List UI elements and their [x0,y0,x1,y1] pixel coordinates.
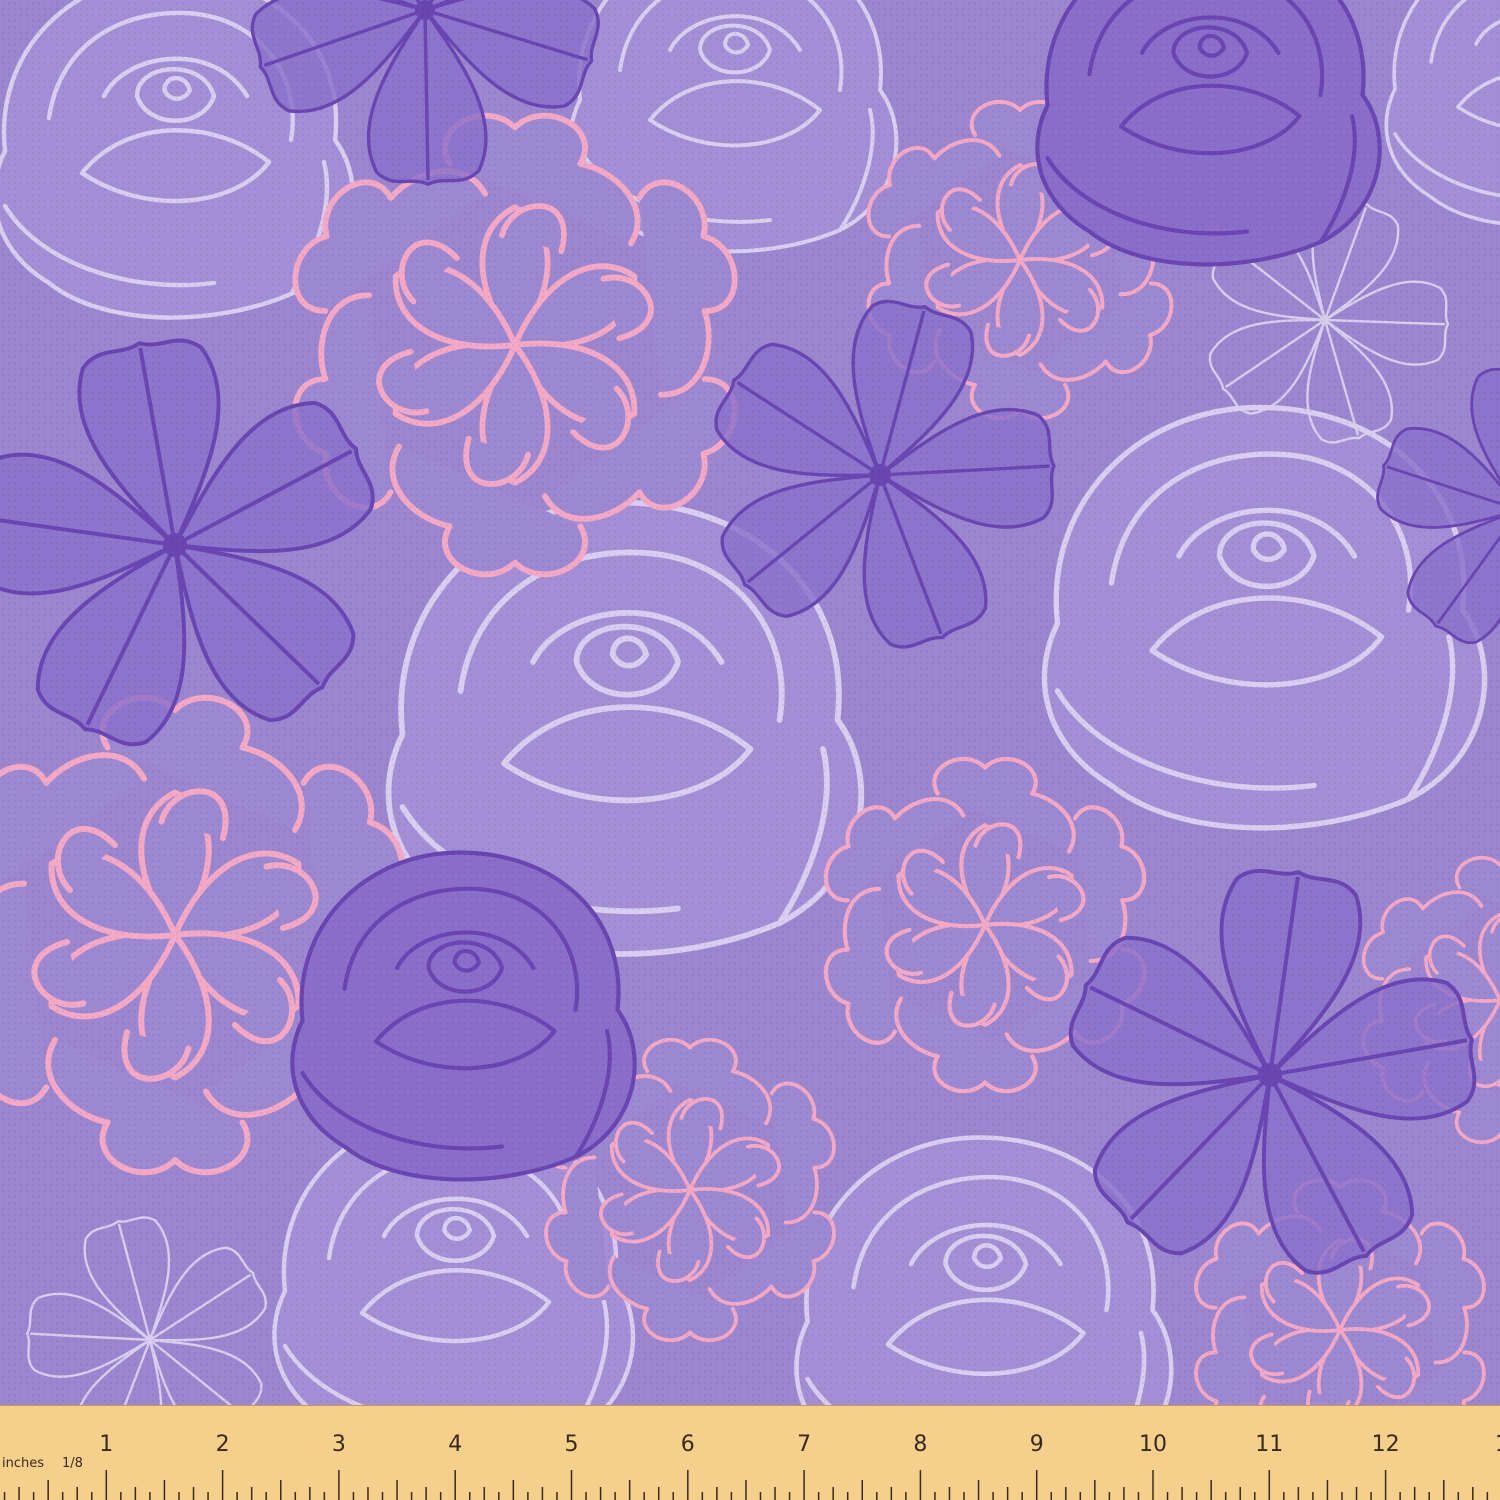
fabric-weave-texture [0,0,1500,1500]
ruler-number: 10 [1139,1432,1167,1457]
ruler-number: 2 [216,1432,230,1457]
floral-fabric-pattern [0,0,1500,1500]
ruler-number: 12 [1372,1432,1400,1457]
measuring-ruler: 1234567891011121 inches 1/8 [0,1405,1500,1500]
ruler-number: 7 [797,1432,811,1457]
ruler-number: 11 [1255,1432,1283,1457]
ruler-number: 5 [565,1432,579,1457]
ruler-number: 3 [332,1432,346,1457]
ruler-number: 1 [99,1432,113,1457]
ruler-number: 4 [448,1432,462,1457]
ruler-number: 8 [913,1432,927,1457]
ruler-unit-label: inches [2,1456,44,1471]
ruler-fraction-label: 1/8 [62,1456,83,1471]
ruler-number: 1 [1495,1432,1500,1457]
ruler-number: 9 [1030,1432,1044,1457]
ruler-number: 6 [681,1432,695,1457]
